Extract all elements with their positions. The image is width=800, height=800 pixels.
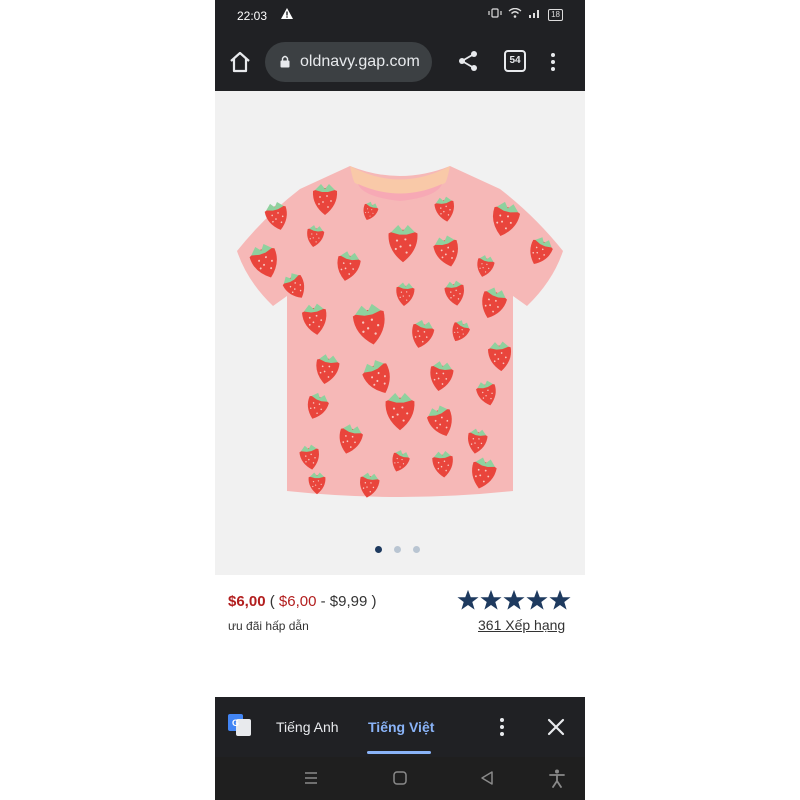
carousel-dot[interactable] (413, 546, 420, 553)
star-icon (549, 589, 571, 610)
promo-text: ưu đãi hấp dẫn (228, 619, 309, 633)
star-rating (457, 589, 571, 611)
vibrate-icon (488, 8, 502, 21)
status-bar: 22:03 18 (215, 0, 585, 34)
more-menu-button[interactable] (545, 51, 561, 73)
price-open-paren: ( (269, 593, 275, 610)
product-image[interactable] (215, 91, 585, 575)
share-button[interactable] (457, 50, 479, 72)
sale-price: $6,00 (228, 593, 266, 610)
signal-icon (528, 8, 542, 21)
carousel-dot[interactable] (394, 546, 401, 553)
alert-icon (281, 8, 293, 22)
svg-text:G: G (232, 718, 239, 728)
battery-icon: 18 (548, 8, 563, 21)
tabs-button[interactable]: 54 (504, 50, 526, 72)
accessibility-icon[interactable] (547, 768, 567, 788)
translate-bar: G Tiếng Anh Tiếng Việt (215, 697, 585, 757)
back-icon[interactable] (477, 768, 497, 788)
star-icon (526, 589, 548, 610)
source-language-tab[interactable]: Tiếng Anh (276, 719, 339, 735)
carousel-dot[interactable] (375, 546, 382, 553)
translate-close-button[interactable] (545, 716, 567, 738)
more-icon (551, 53, 555, 71)
recent-apps-icon[interactable] (301, 768, 321, 788)
price-line: $6,00 ( $6,00 - $9,99 ) (228, 593, 377, 610)
home-nav-icon[interactable] (390, 768, 410, 788)
price-range-low: $6,00 (278, 593, 317, 610)
google-translate-icon: G (228, 714, 251, 736)
star-icon (503, 589, 525, 610)
carousel-indicator (375, 546, 420, 553)
home-button[interactable] (227, 49, 253, 75)
wifi-icon (508, 7, 522, 21)
star-icon (457, 589, 479, 610)
lock-icon (280, 55, 290, 68)
price-range-separator: - (316, 593, 330, 610)
product-image-carousel[interactable] (215, 91, 585, 575)
url-bar[interactable]: oldnavy.gap.com (265, 42, 432, 82)
status-icons: 18 (488, 7, 563, 21)
ratings-link[interactable]: 361 Xếp hạng (478, 617, 565, 633)
target-language-tab[interactable]: Tiếng Việt (368, 719, 434, 735)
close-icon (547, 718, 565, 736)
product-info: $6,00 ( $6,00 - $9,99 ) ưu đãi hấp dẫn 3… (215, 575, 585, 697)
active-tab-indicator (367, 751, 431, 754)
home-icon (230, 51, 250, 73)
more-icon (500, 718, 504, 736)
translate-more-button[interactable] (495, 716, 509, 738)
status-time: 22:03 (237, 9, 268, 23)
phone-screen: 22:03 18 oldnavy.gap.com 54 $6,00 ($6,0… (215, 0, 585, 800)
star-icon (480, 589, 502, 610)
share-icon (459, 51, 477, 71)
url-text: oldnavy.gap.com (300, 53, 420, 70)
browser-toolbar: oldnavy.gap.com 54 (215, 34, 585, 91)
price-range-high: $9,99 (329, 593, 368, 610)
system-nav-bar (215, 757, 585, 800)
price-close-paren: ) (371, 593, 377, 610)
